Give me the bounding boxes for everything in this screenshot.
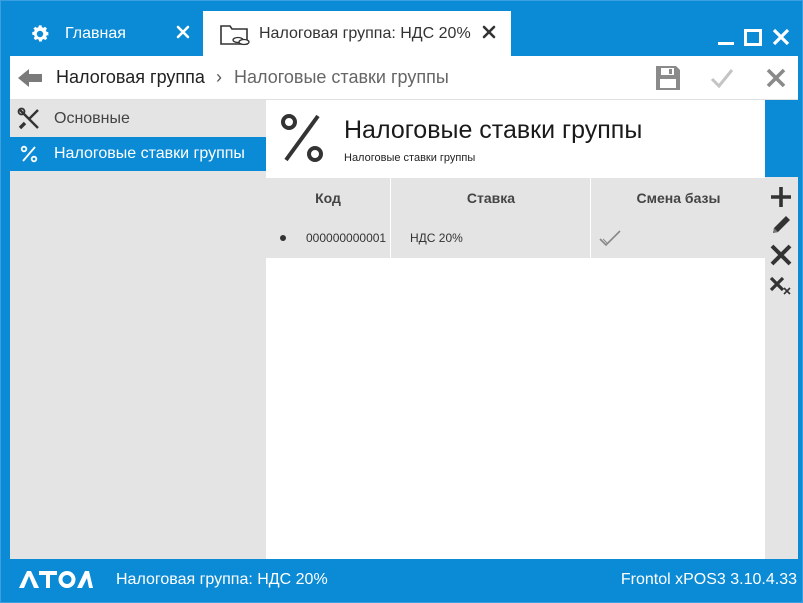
close-icon[interactable] xyxy=(175,24,191,40)
tab-home[interactable]: Главная xyxy=(11,11,201,56)
delete-all-icon[interactable] xyxy=(769,273,793,297)
cell-code: 000000000001 xyxy=(306,231,387,245)
breadcrumb-parent[interactable]: Налоговая группа xyxy=(56,67,205,88)
aton-logo xyxy=(19,571,93,588)
add-icon[interactable] xyxy=(769,185,793,209)
table-header: Код Ставка Смена базы xyxy=(266,178,765,218)
nav-item-label: Основные xyxy=(54,110,130,127)
section-header: Налоговые ставки группы Налоговые ставки… xyxy=(266,100,765,177)
column-header-code[interactable]: Код xyxy=(266,178,390,218)
folder-coins-icon xyxy=(220,24,250,45)
nav-item-label: Налоговые ставки группы xyxy=(54,145,245,162)
tools-icon xyxy=(16,106,42,132)
breadcrumb-current: Налоговые ставки группы xyxy=(234,67,449,87)
nav-item-tax-rates[interactable]: Налоговые ставки группы xyxy=(10,137,266,171)
window-close-icon[interactable] xyxy=(771,27,791,47)
cell-rate: НДС 20% xyxy=(410,231,463,245)
table-row[interactable]: 000000000001 НДС 20% xyxy=(266,218,765,258)
checkmark-icon[interactable] xyxy=(708,64,736,92)
action-bar xyxy=(765,177,798,559)
cancel-icon[interactable] xyxy=(762,64,790,92)
tab-home-label: Главная xyxy=(65,24,126,42)
delete-icon[interactable] xyxy=(769,243,793,267)
page-subtitle: Налоговые ставки группы xyxy=(344,152,476,164)
tab-bar: Главная Налоговая группа: НДС 20% xyxy=(1,1,802,56)
back-arrow-icon[interactable] xyxy=(16,66,44,90)
toolbar: Налоговая группа › Налоговые ставки груп… xyxy=(10,56,798,100)
percent-icon xyxy=(16,141,42,167)
main-panel: Налоговые ставки группы Налоговые ставки… xyxy=(266,100,765,559)
close-icon[interactable] xyxy=(481,24,497,40)
page-title: Налоговые ставки группы xyxy=(344,116,643,144)
status-bar: Налоговая группа: НДС 20% Frontol xPOS3 … xyxy=(1,559,802,602)
app-window: Главная Налоговая группа: НДС 20% Налого… xyxy=(0,0,803,603)
minimize-icon[interactable] xyxy=(716,27,736,47)
status-text: Налоговая группа: НДС 20% xyxy=(116,571,328,588)
breadcrumb-separator: › xyxy=(216,67,222,87)
left-nav: Основные Налоговые ставки группы xyxy=(10,100,266,559)
row-marker xyxy=(280,218,290,258)
gear-icon xyxy=(32,24,49,42)
nav-item-basic[interactable]: Основные xyxy=(10,102,266,136)
tab-tax-group-label: Налоговая группа: НДС 20% xyxy=(259,24,471,42)
checkmark-icon xyxy=(599,230,621,247)
maximize-icon[interactable] xyxy=(743,27,763,47)
save-icon[interactable] xyxy=(654,64,682,92)
version-label: Frontol xPOS3 3.10.4.33 xyxy=(620,571,797,588)
tab-tax-group[interactable]: Налоговая группа: НДС 20% xyxy=(203,11,511,56)
column-header-rate[interactable]: Ставка xyxy=(390,178,591,218)
pencil-icon[interactable] xyxy=(769,213,793,237)
rates-table: Код Ставка Смена базы 000000000001 НДС 2… xyxy=(266,178,765,258)
column-header-base-change[interactable]: Смена базы xyxy=(590,178,766,218)
percent-icon xyxy=(281,114,323,162)
